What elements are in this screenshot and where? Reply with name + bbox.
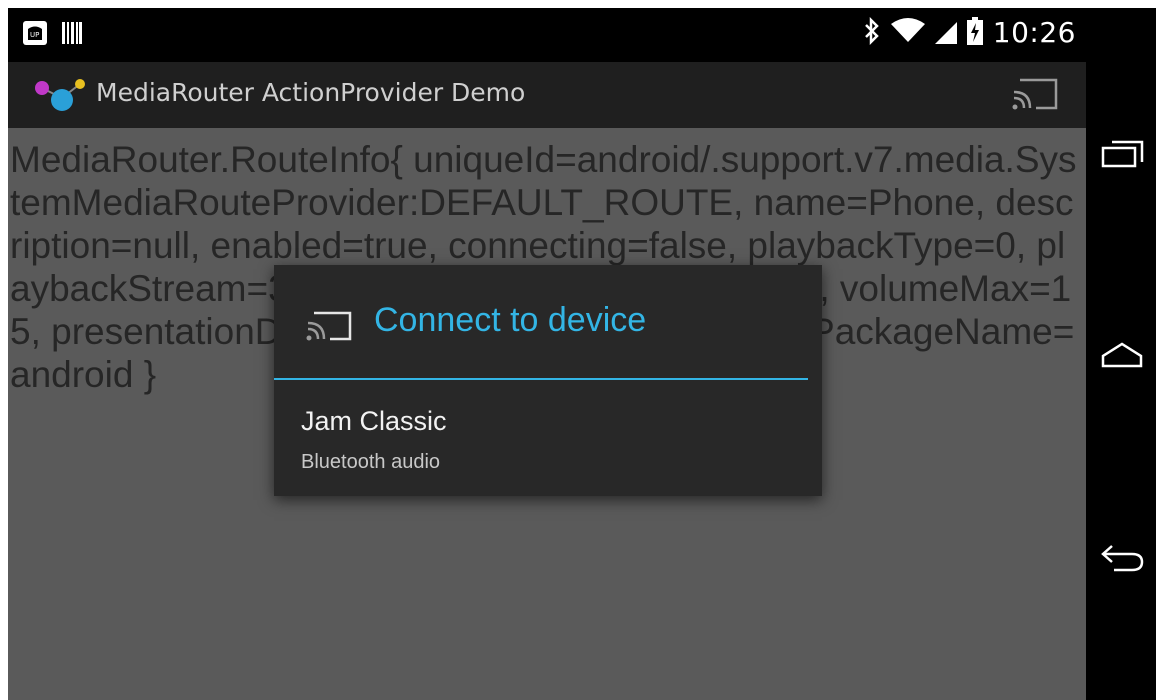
signal-icon xyxy=(934,18,957,48)
route-list-item[interactable]: Jam Classic Bluetooth audio xyxy=(274,381,822,481)
battery-charging-icon xyxy=(966,16,983,49)
app-title: MediaRouter ActionProvider Demo xyxy=(96,78,526,107)
route-description: Bluetooth audio xyxy=(301,451,441,473)
status-time: 10:26 xyxy=(992,16,1076,49)
app-logo-icon[interactable] xyxy=(32,76,88,118)
route-name: Jam Classic xyxy=(301,406,447,436)
dialog-divider xyxy=(274,378,808,380)
status-bar: UP 10:26 xyxy=(8,8,1086,62)
dialog-title: Connect to device xyxy=(374,301,647,339)
wifi-icon xyxy=(890,17,925,48)
connect-dialog: Connect to device Jam Classic Bluetooth … xyxy=(274,265,822,496)
action-bar: MediaRouter ActionProvider Demo xyxy=(8,62,1086,128)
bluetooth-icon xyxy=(863,16,881,49)
recent-apps-icon[interactable] xyxy=(1100,136,1144,176)
cast-icon xyxy=(306,309,352,345)
home-icon[interactable] xyxy=(1100,336,1144,376)
dialog-header: Connect to device xyxy=(274,265,822,379)
navigation-bar xyxy=(1086,8,1156,700)
cast-icon[interactable] xyxy=(1012,76,1058,114)
device-screen: UP 10:26 MediaRouter ActionProvider Demo… xyxy=(8,8,1156,700)
back-icon[interactable] xyxy=(1100,540,1144,580)
barcode-icon xyxy=(62,20,82,50)
usb-debug-icon: UP xyxy=(22,20,48,50)
svg-text:UP: UP xyxy=(30,31,39,39)
